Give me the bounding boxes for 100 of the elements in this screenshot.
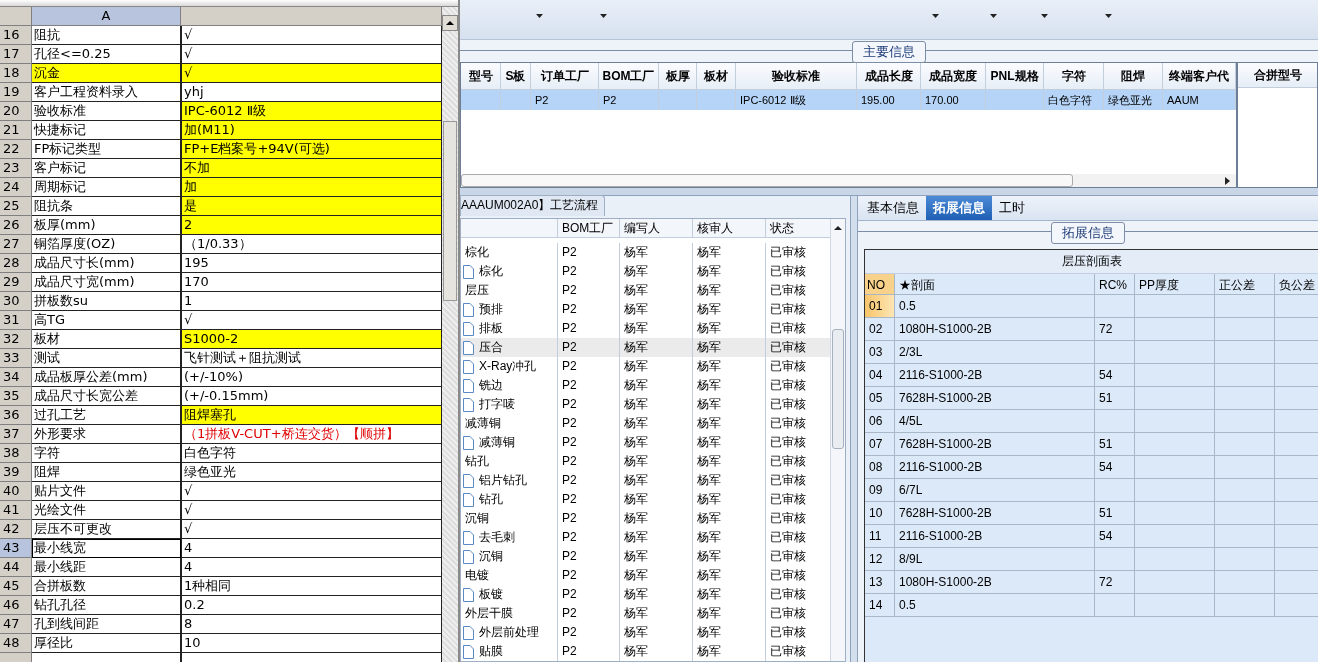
- tab[interactable]: 拓展信息: [926, 196, 992, 220]
- row-header[interactable]: 16: [0, 26, 32, 45]
- scroll-thumb[interactable]: [832, 329, 845, 449]
- row-header[interactable]: 47: [0, 615, 32, 634]
- row-header[interactable]: 34: [0, 368, 32, 387]
- caret-icon[interactable]: [536, 14, 543, 18]
- column-header[interactable]: 编写人: [620, 219, 693, 237]
- table-cell: 最小线距: [32, 558, 181, 577]
- row-number[interactable]: 02: [865, 318, 895, 341]
- row-number[interactable]: 03: [865, 341, 895, 364]
- vertical-scrollbar[interactable]: [830, 219, 845, 661]
- scroll-up-icon[interactable]: [833, 223, 844, 233]
- column-header[interactable]: BOM工厂: [558, 219, 620, 237]
- row-number[interactable]: 09: [865, 479, 895, 502]
- select-all-corner[interactable]: [0, 7, 32, 26]
- row-header[interactable]: 44: [0, 558, 32, 577]
- document-icon: [463, 321, 474, 336]
- table-cell: 杨军: [620, 395, 693, 414]
- splitter[interactable]: [850, 196, 858, 662]
- row-header[interactable]: 22: [0, 140, 32, 159]
- column-header[interactable]: ★剖面: [895, 274, 1095, 295]
- row-header[interactable]: 36: [0, 406, 32, 425]
- row-header[interactable]: 42: [0, 520, 32, 539]
- row-header[interactable]: 25: [0, 197, 32, 216]
- row-header[interactable]: 17: [0, 45, 32, 64]
- scroll-up-icon[interactable]: [442, 15, 458, 31]
- column-header[interactable]: 合拼型号: [1238, 63, 1317, 88]
- column-header[interactable]: 负公差: [1275, 274, 1318, 295]
- row-number[interactable]: 01: [865, 295, 895, 318]
- row-header[interactable]: 26: [0, 216, 32, 235]
- row-number[interactable]: 14: [865, 594, 895, 617]
- table-cell: 杨军: [620, 338, 693, 357]
- tree-label: X-Ray冲孔: [479, 358, 537, 375]
- tree-label: 打字唛: [479, 396, 515, 413]
- table-cell: P2: [558, 623, 620, 642]
- caret-icon[interactable]: [990, 14, 997, 18]
- scroll-thumb[interactable]: [443, 121, 457, 301]
- table-cell: P2: [558, 281, 620, 300]
- row-header[interactable]: 29: [0, 273, 32, 292]
- row-header[interactable]: 35: [0, 387, 32, 406]
- scroll-right-icon[interactable]: [1222, 175, 1232, 186]
- row-header[interactable]: 38: [0, 444, 32, 463]
- row-header[interactable]: 18: [0, 64, 32, 83]
- column-header[interactable]: NO: [865, 274, 895, 295]
- table-cell: 杨军: [693, 471, 766, 490]
- tab[interactable]: AAAUM002A0】工艺流程: [460, 195, 606, 216]
- row-header[interactable]: 45: [0, 577, 32, 596]
- row-number[interactable]: 13: [865, 571, 895, 594]
- row-number[interactable]: 05: [865, 387, 895, 410]
- tab[interactable]: 工时: [992, 196, 1032, 220]
- caret-icon[interactable]: [1041, 14, 1048, 18]
- row-header[interactable]: 32: [0, 330, 32, 349]
- column-header[interactable]: 正公差: [1215, 274, 1275, 295]
- table-cell: 1: [181, 292, 442, 311]
- row-header[interactable]: 27: [0, 235, 32, 254]
- row-header[interactable]: 19: [0, 83, 32, 102]
- document-icon: [463, 625, 474, 640]
- table-cell: 4/5L: [895, 410, 1095, 433]
- row-header[interactable]: 37: [0, 425, 32, 444]
- table-cell: 加: [181, 178, 442, 197]
- scroll-thumb[interactable]: [461, 174, 1073, 187]
- table-cell: 2/3L: [895, 341, 1095, 364]
- row-header[interactable]: 43: [0, 539, 32, 558]
- document-icon: [463, 587, 474, 602]
- row-header[interactable]: 48: [0, 634, 32, 653]
- row-header[interactable]: 28: [0, 254, 32, 273]
- column-header[interactable]: A: [32, 7, 181, 26]
- tree-label: 棕化: [479, 263, 503, 280]
- document-icon: [463, 473, 474, 488]
- row-header[interactable]: 41: [0, 501, 32, 520]
- row-header[interactable]: 20: [0, 102, 32, 121]
- row-header[interactable]: 46: [0, 596, 32, 615]
- row-number[interactable]: 04: [865, 364, 895, 387]
- row-number[interactable]: 08: [865, 456, 895, 479]
- vertical-scrollbar[interactable]: [442, 7, 458, 662]
- tree-row[interactable]: 压合 P2 杨军 杨军 已审核: [461, 338, 831, 357]
- caret-icon[interactable]: [1105, 14, 1112, 18]
- tab[interactable]: 基本信息: [860, 196, 926, 220]
- row-number[interactable]: 10: [865, 502, 895, 525]
- caret-icon[interactable]: [932, 14, 939, 18]
- table-row[interactable]: P2 P2 IPC-6012 Ⅱ级 195.00 170.00 白色字符 绿色亚光 AAUM: [461, 90, 1236, 110]
- row-header[interactable]: 31: [0, 311, 32, 330]
- table-cell: [1095, 341, 1135, 364]
- caret-icon[interactable]: [600, 14, 607, 18]
- row-header[interactable]: 23: [0, 159, 32, 178]
- row-header[interactable]: 30: [0, 292, 32, 311]
- row-number[interactable]: 06: [865, 410, 895, 433]
- row-number[interactable]: 12: [865, 548, 895, 571]
- row-number[interactable]: 11: [865, 525, 895, 548]
- row-header[interactable]: 40: [0, 482, 32, 501]
- row-number[interactable]: 07: [865, 433, 895, 456]
- column-header[interactable]: PP厚度: [1135, 274, 1215, 295]
- row-header[interactable]: 24: [0, 178, 32, 197]
- column-header[interactable]: RC%: [1095, 274, 1135, 295]
- horizontal-scrollbar[interactable]: [461, 174, 1236, 187]
- row-header[interactable]: 39: [0, 463, 32, 482]
- table-cell: 字符: [32, 444, 181, 463]
- row-header[interactable]: 33: [0, 349, 32, 368]
- row-header[interactable]: 21: [0, 121, 32, 140]
- column-header[interactable]: 核审人: [693, 219, 766, 237]
